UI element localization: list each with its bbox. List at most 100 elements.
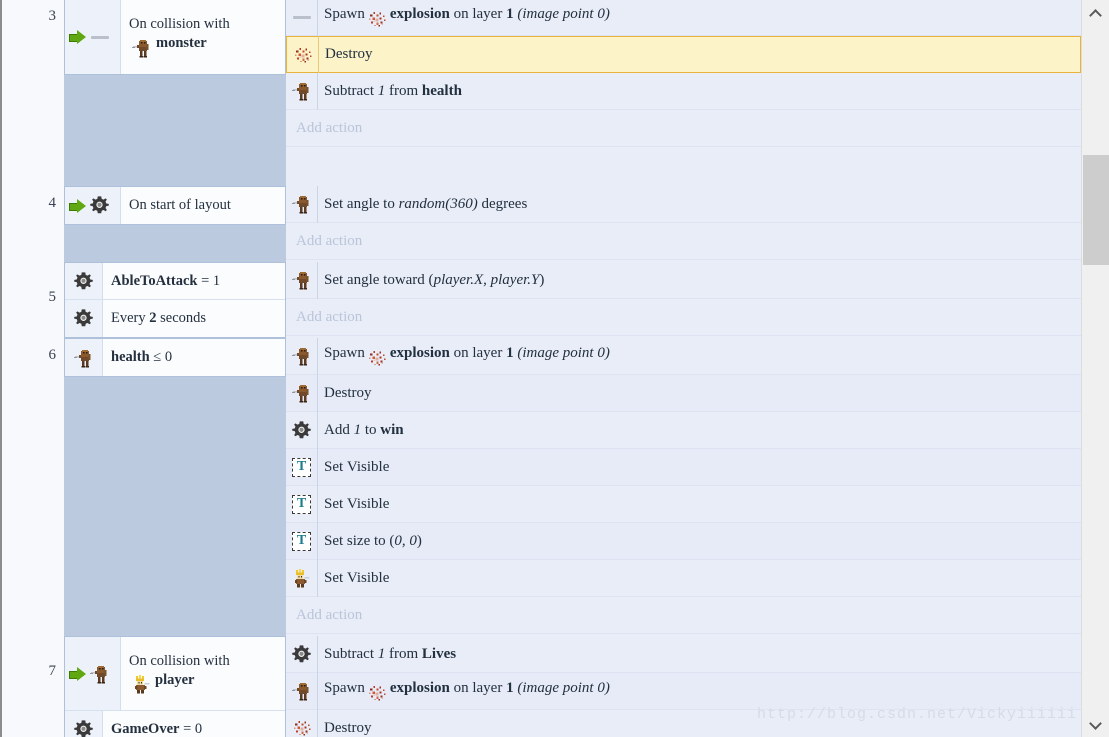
- action-row[interactable]: Spawn explosion on layer 1 (image point 0…: [286, 672, 1081, 710]
- action-row[interactable]: Set angle to random(360) degrees: [286, 185, 1081, 223]
- condition-block[interactable]: health ≤ 0: [64, 338, 286, 377]
- action-object-icon: [286, 185, 318, 223]
- event-block[interactable]: 4 On start of layout Set angle to random…: [2, 185, 1081, 262]
- condition-row[interactable]: health ≤ 0: [65, 339, 285, 376]
- action-row[interactable]: Set angle toward (player.X, player.Y): [286, 261, 1081, 299]
- action-object-icon: T: [286, 485, 318, 523]
- add-action-button[interactable]: Add action: [286, 223, 1081, 260]
- static-text: On collision with: [129, 653, 234, 670]
- static-text: Set Visible: [324, 569, 390, 586]
- emphasis-text: Lives: [421, 645, 457, 662]
- static-text: Spawn: [324, 680, 365, 697]
- action-row[interactable]: Destroy: [286, 374, 1081, 412]
- event-block[interactable]: 7 On collision with player GameOver = 0 …: [2, 635, 1081, 737]
- event-number-gutter: 4: [2, 186, 64, 262]
- explosion-icon: [367, 349, 387, 367]
- condition-row[interactable]: AbleToAttack = 1: [65, 263, 285, 300]
- monster-icon: [90, 665, 107, 683]
- action-row[interactable]: Destroy: [286, 709, 1081, 737]
- event-list[interactable]: 3 On collision with monster Spawn explosion…: [2, 0, 1081, 737]
- action-row[interactable]: Add 1 to win: [286, 411, 1081, 449]
- actions-column[interactable]: Subtract 1 from Lives Spawn explosion on …: [286, 635, 1081, 737]
- action-row[interactable]: Spawn explosion on layer 1 (image point 0…: [286, 0, 1081, 36]
- condition-row[interactable]: Every 2 seconds: [65, 300, 285, 337]
- condition-text: health ≤ 0: [103, 348, 285, 367]
- static-text: Set Visible: [324, 495, 390, 512]
- gear-icon: [90, 196, 109, 214]
- action-object-icon: [286, 261, 318, 299]
- condition-row[interactable]: On collision with monster: [65, 0, 285, 74]
- action-object-icon: [286, 709, 318, 737]
- event-block[interactable]: 5 AbleToAttack = 1 Every 2 seconds Set a…: [2, 261, 1081, 338]
- actions-column[interactable]: Spawn explosion on layer 1 (image point 0…: [286, 0, 1081, 186]
- condition-block[interactable]: On collision with player GameOver = 0: [64, 636, 286, 737]
- condition-text: AbleToAttack = 1: [103, 272, 285, 291]
- condition-row[interactable]: GameOver = 0: [65, 711, 285, 737]
- action-row[interactable]: Spawn explosion on layer 1 (image point 0…: [286, 337, 1081, 375]
- parameter-text: (image point 0): [517, 680, 610, 697]
- static-text: ): [416, 532, 422, 549]
- action-row[interactable]: T Set Visible: [286, 448, 1081, 486]
- conditions-column[interactable]: On collision with monster: [64, 0, 286, 186]
- condition-block[interactable]: AbleToAttack = 1 Every 2 seconds: [64, 262, 286, 338]
- action-object-icon: [287, 36, 319, 73]
- static-text: ≤ 0: [149, 349, 173, 366]
- add-action-button[interactable]: Add action: [286, 299, 1081, 336]
- action-row[interactable]: Subtract 1 from Lives: [286, 635, 1081, 673]
- action-text: Set Visible: [324, 496, 389, 513]
- scroll-up-button[interactable]: [1082, 0, 1109, 27]
- conditions-column[interactable]: On collision with player GameOver = 0: [64, 636, 286, 737]
- conditions-column[interactable]: health ≤ 0: [64, 338, 286, 636]
- action-row[interactable]: T Set size to (0, 0): [286, 522, 1081, 560]
- action-text: Spawn explosion on layer 1 (image point 0…: [324, 680, 610, 702]
- explosion-icon: [294, 47, 311, 62]
- emphasis-text: win: [380, 421, 404, 438]
- action-row[interactable]: Subtract 1 from health: [286, 72, 1081, 110]
- explosion-icon: [293, 721, 310, 736]
- condition-block[interactable]: On collision with monster: [64, 0, 286, 75]
- add-action-button[interactable]: Add action: [286, 110, 1081, 147]
- parameter-text: 1: [353, 421, 362, 438]
- action-text: Set Visible: [324, 570, 389, 587]
- action-text: Subtract 1 from Lives: [324, 646, 456, 663]
- event-number: 7: [48, 663, 57, 679]
- action-text: Spawn explosion on layer 1 (image point 0…: [324, 345, 610, 367]
- action-object-icon: [286, 374, 318, 412]
- action-object-icon: T: [286, 448, 318, 486]
- conditions-column[interactable]: On start of layout: [64, 186, 286, 262]
- action-row[interactable]: Set Visible: [286, 559, 1081, 597]
- scrollbar-thumb[interactable]: [1083, 155, 1109, 265]
- actions-column[interactable]: Spawn explosion on layer 1 (image point 0…: [286, 337, 1081, 636]
- condition-row[interactable]: On start of layout: [65, 187, 285, 224]
- emphasis-text: 1: [506, 345, 514, 362]
- monster-icon: [291, 83, 308, 101]
- actions-column[interactable]: Set angle toward (player.X, player.Y) Add…: [286, 261, 1081, 338]
- emphasis-text: explosion: [389, 6, 450, 23]
- condition-row[interactable]: On collision with player: [65, 637, 285, 711]
- action-object-icon: [286, 559, 318, 597]
- monster-icon: [291, 348, 308, 366]
- static-text: Destroy: [324, 384, 372, 401]
- static-text: on layer: [449, 6, 507, 23]
- conditions-column[interactable]: AbleToAttack = 1 Every 2 seconds: [64, 262, 286, 338]
- vertical-scrollbar[interactable]: [1081, 0, 1109, 737]
- action-row-selected[interactable]: Destroy: [286, 36, 1081, 73]
- gear-icon: [74, 271, 93, 289]
- condition-block[interactable]: On start of layout: [64, 186, 286, 225]
- action-row[interactable]: T Set Visible: [286, 485, 1081, 523]
- add-action-button[interactable]: Add action: [286, 597, 1081, 634]
- event-block[interactable]: 6 health ≤ 0 Spawn explosion on layer 1 (…: [2, 337, 1081, 636]
- static-text: on layer: [449, 680, 507, 697]
- action-text: Subtract 1 from health: [324, 83, 462, 100]
- actions-column[interactable]: Set angle to random(360) degrees Add acti…: [286, 185, 1081, 262]
- action-text: Set size to (0, 0): [324, 533, 422, 550]
- action-object-icon: [286, 72, 318, 110]
- static-text: seconds: [156, 310, 207, 327]
- parameter-text: random(360): [398, 195, 478, 212]
- event-block[interactable]: 3 On collision with monster Spawn explosion…: [2, 0, 1081, 186]
- static-text: ): [539, 271, 545, 288]
- static-text: Destroy: [325, 46, 373, 62]
- scroll-down-button[interactable]: [1082, 710, 1109, 737]
- emphasis-text: 2: [149, 310, 157, 327]
- condition-area-filler: [64, 75, 286, 186]
